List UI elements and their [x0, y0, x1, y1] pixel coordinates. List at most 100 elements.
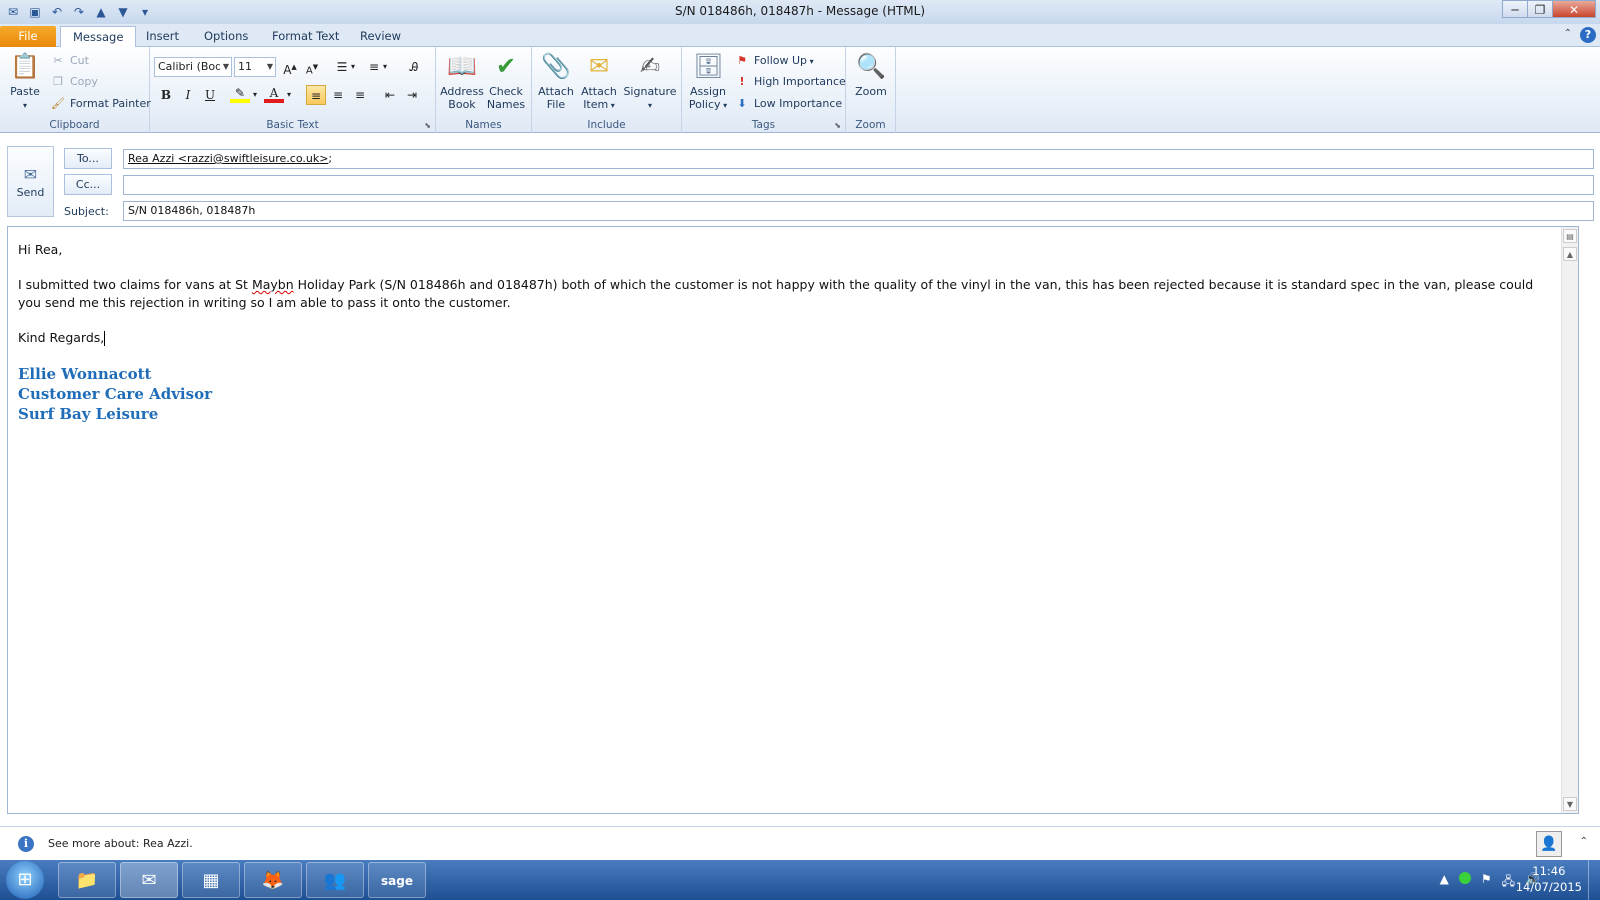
- cc-button[interactable]: Cc...: [64, 174, 112, 195]
- minimize-button[interactable]: ─: [1502, 0, 1528, 18]
- font-name-value: Calibri (Body): [158, 60, 220, 73]
- attach-file-label-1: Attach: [538, 85, 574, 98]
- align-left-icon[interactable]: ≡: [306, 85, 326, 105]
- paperclip-icon: 📎: [541, 52, 571, 80]
- paste-dropdown-icon[interactable]: ▾: [23, 101, 27, 110]
- zoom-group: 🔍 Zoom Zoom: [846, 47, 896, 133]
- include-group-label: Include: [587, 119, 626, 131]
- grow-font-button[interactable]: A▲: [280, 57, 300, 77]
- tab-insert[interactable]: Insert: [134, 26, 191, 47]
- dialog-launcher-icon[interactable]: ⬊: [834, 121, 841, 130]
- minimize-ribbon-icon[interactable]: ⌃: [1564, 28, 1572, 39]
- attach-item-dropdown-icon: ▾: [608, 101, 615, 110]
- highlight-dropdown-icon[interactable]: ▾: [250, 85, 260, 105]
- magnifier-icon: 🔍: [856, 52, 886, 80]
- scissors-icon: ✂: [53, 54, 63, 67]
- message-body[interactable]: Hi Rea, I submitted two claims for vans …: [7, 226, 1579, 814]
- see-more-about-link[interactable]: See more about: Rea Azzi.: [48, 837, 193, 850]
- assign-policy-label-2: Policy: [688, 98, 721, 111]
- font-color-dropdown-icon[interactable]: ▾: [284, 85, 294, 105]
- taskbar: ⊞ 📁 ✉ ▦ 🦊 👥 sage ▲ ⚑ 🖧 🔊 11:46 14/07/201…: [0, 860, 1600, 900]
- tab-options[interactable]: Options: [192, 26, 260, 47]
- highlight-icon[interactable]: ✎: [230, 85, 250, 103]
- signature-button[interactable]: ✍ Signature ▾: [622, 51, 678, 112]
- assign-policy-button[interactable]: 🗄 Assign Policy ▾: [686, 51, 730, 112]
- closing: Kind Regards,: [18, 329, 1568, 347]
- send-button[interactable]: ✉ Send: [7, 146, 54, 217]
- vertical-scrollbar[interactable]: ▤ ▲ ▼: [1561, 227, 1578, 813]
- misspelled-word[interactable]: Maybn: [252, 277, 294, 292]
- tab-message[interactable]: Message: [60, 26, 137, 48]
- align-center-icon[interactable]: ≡: [328, 85, 348, 105]
- email-signature: Ellie Wonnacott Customer Care Advisor Su…: [18, 364, 1568, 424]
- underline-button[interactable]: U: [200, 85, 220, 105]
- expand-people-pane-icon[interactable]: ⌃: [1580, 836, 1588, 847]
- check-names-button[interactable]: ✔ Check Names: [484, 51, 528, 111]
- zoom-button[interactable]: 🔍 Zoom: [850, 51, 892, 98]
- to-button[interactable]: To...: [64, 148, 112, 169]
- follow-up-label: Follow Up: [754, 54, 808, 67]
- names-group: 📖 Address Book ✔ Check Names Names: [436, 47, 532, 133]
- signature-dropdown-icon: ▾: [647, 101, 652, 110]
- font-name-combo[interactable]: Calibri (Body) ▼: [154, 57, 232, 77]
- numbering-dropdown-icon[interactable]: ▾: [380, 57, 390, 77]
- shrink-font-button[interactable]: A▼: [302, 57, 322, 77]
- low-importance-label: Low Importance: [754, 97, 843, 110]
- assign-policy-label-1: Assign: [690, 85, 726, 98]
- low-importance-button[interactable]: ⬇ Low Importance: [734, 97, 842, 110]
- avatar[interactable]: 👤: [1536, 831, 1562, 857]
- cc-field[interactable]: [123, 175, 1594, 195]
- calendar-taskbar-icon[interactable]: ▦: [182, 862, 240, 898]
- copy-button[interactable]: ❐ Copy: [50, 75, 98, 88]
- policy-icon: 🗄: [693, 52, 724, 80]
- dialog-launcher-icon[interactable]: ⬊: [424, 121, 431, 130]
- tab-format-text[interactable]: Format Text: [260, 26, 351, 47]
- zoom-group-label: Zoom: [855, 119, 886, 131]
- font-color-icon[interactable]: A: [264, 85, 284, 103]
- to-field[interactable]: Rea Azzi <razzi@swiftleisure.co.uk>;: [123, 149, 1594, 169]
- format-painter-button[interactable]: 🖌 Format Painter: [50, 97, 151, 110]
- clear-formatting-icon[interactable]: Ꭿ: [404, 57, 424, 77]
- help-icon[interactable]: ?: [1580, 27, 1596, 43]
- sage-taskbar-icon[interactable]: sage: [368, 862, 426, 898]
- network-icon[interactable]: 🖧: [1502, 872, 1515, 893]
- firefox-taskbar-icon[interactable]: 🦊: [244, 862, 302, 898]
- attach-file-button[interactable]: 📎 Attach File: [536, 51, 576, 111]
- contacts-taskbar-icon[interactable]: 👥: [306, 862, 364, 898]
- font-size-combo[interactable]: 11 ▼: [234, 57, 276, 77]
- info-icon: i: [18, 836, 34, 852]
- close-button[interactable]: ✕: [1552, 0, 1596, 18]
- restore-button[interactable]: ❐: [1527, 0, 1553, 18]
- high-importance-button[interactable]: ! High Importance: [734, 75, 845, 88]
- basic-text-group-label: Basic Text: [266, 119, 319, 131]
- outlook-taskbar-icon[interactable]: ✉: [120, 862, 178, 898]
- increase-indent-icon[interactable]: ⇥: [402, 85, 422, 105]
- paste-button[interactable]: 📋 Paste ▾: [6, 51, 44, 112]
- tab-file[interactable]: File: [0, 26, 56, 47]
- attach-item-button[interactable]: ✉ Attach Item ▾: [578, 51, 620, 112]
- bold-button[interactable]: B: [156, 85, 176, 105]
- scroll-down-icon[interactable]: ▼: [1563, 797, 1577, 811]
- explorer-taskbar-icon[interactable]: 📁: [58, 862, 116, 898]
- clipboard-group: 📋 Paste ▾ ✂ Cut ❐ Copy 🖌 Format Painter Cli…: [0, 47, 151, 133]
- italic-button[interactable]: I: [178, 85, 198, 105]
- address-book-button[interactable]: 📖 Address Book: [440, 51, 484, 111]
- decrease-indent-icon[interactable]: ⇤: [380, 85, 400, 105]
- tray-expand-icon[interactable]: ▲: [1440, 872, 1449, 893]
- align-right-icon[interactable]: ≡: [350, 85, 370, 105]
- cut-button[interactable]: ✂ Cut: [50, 54, 89, 67]
- bullets-dropdown-icon[interactable]: ▾: [348, 57, 358, 77]
- follow-up-button[interactable]: ⚑ Follow Up ▾: [734, 54, 814, 67]
- action-center-flag-icon[interactable]: ⚑: [1481, 872, 1492, 893]
- show-desktop-button[interactable]: [1588, 860, 1600, 900]
- ruler-toggle-icon[interactable]: ▤: [1563, 229, 1577, 243]
- taskbar-clock[interactable]: 11:46 14/07/2015: [1516, 863, 1582, 895]
- recipient-chip[interactable]: Rea Azzi <razzi@swiftleisure.co.uk>: [128, 152, 328, 165]
- paintbrush-icon: 🖌: [51, 97, 65, 110]
- status-icon[interactable]: [1458, 872, 1471, 884]
- text-cursor: [104, 331, 106, 346]
- subject-field[interactable]: S/N 018486h, 018487h: [123, 201, 1594, 221]
- tab-review[interactable]: Review: [348, 26, 413, 47]
- scroll-up-icon[interactable]: ▲: [1563, 247, 1577, 261]
- start-button[interactable]: ⊞: [6, 861, 44, 899]
